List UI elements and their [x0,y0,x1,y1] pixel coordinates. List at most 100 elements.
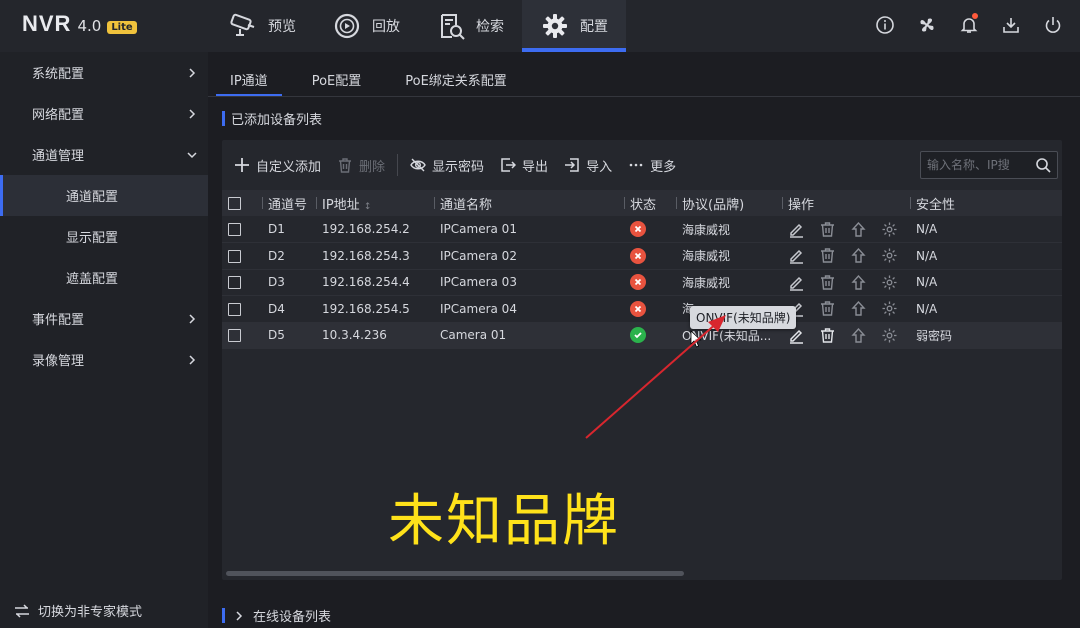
delete-button[interactable]: 删除 [329,150,393,180]
fan-button[interactable] [914,12,940,38]
upgrade-icon[interactable] [850,221,867,238]
upgrade-icon[interactable] [850,300,867,317]
toolbar: 自定义添加 删除 显示密码 导出 导入 更多 [222,148,1062,182]
nav-config[interactable]: 配置 [522,0,626,52]
table-row[interactable]: D1 192.168.254.2 IPCamera 01 海康威视 N/A [222,216,1062,243]
sidebar-item-network[interactable]: 网络配置 [0,93,208,134]
channel-cell: D3 [262,269,316,296]
edit-icon[interactable] [788,327,805,344]
power-button[interactable] [1040,12,1066,38]
logo-text: NVR [22,11,72,36]
status-offline-icon [630,221,646,237]
scrollbar-thumb[interactable] [226,571,684,576]
header-protocol: 协议(品牌) [676,190,782,216]
settings-icon[interactable] [881,247,898,264]
channel-text: D4 [268,301,285,316]
upgrade-icon[interactable] [850,274,867,291]
row-select-cell[interactable] [222,295,262,323]
logo-version: 4.0 [77,17,102,35]
row-checkbox[interactable] [228,329,241,343]
search-icon[interactable] [1035,157,1051,173]
tab-poe-binding[interactable]: PoE绑定关系配置 [383,62,529,96]
tab-poe-config[interactable]: PoE配置 [290,62,384,96]
header-security: 安全性 [910,190,1062,216]
search-input[interactable] [927,158,1027,172]
row-select-cell[interactable] [222,269,262,296]
sidebar-item-recording[interactable]: 录像管理 [0,339,208,380]
trash-icon [339,158,352,173]
channel-cell: D5 [262,322,316,349]
channel-cell: D4 [262,295,316,323]
notification-dot [972,13,978,19]
status-cell [624,269,676,296]
header-ip[interactable]: IP地址 ↕ [316,190,434,216]
tab-ip-channel[interactable]: IP通道 [208,62,290,96]
custom-add-button[interactable]: 自定义添加 [226,150,329,180]
settings-icon[interactable] [881,274,898,291]
security-cell: N/A [910,242,1062,270]
download-button[interactable] [998,12,1024,38]
info-button[interactable] [872,12,898,38]
chevron-right-icon [189,313,196,324]
upgrade-icon[interactable] [850,247,867,264]
delete-icon[interactable] [819,221,836,238]
section-accent-bar [222,608,225,623]
channel-cell: D1 [262,216,316,243]
sidebar-item-mask-config[interactable]: 遮盖配置 [0,257,208,298]
row-checkbox[interactable] [228,276,241,290]
settings-icon[interactable] [881,300,898,317]
settings-icon[interactable] [881,327,898,344]
sidebar-item-system[interactable]: 系统配置 [0,52,208,93]
ip-text: 192.168.254.3 [322,248,410,263]
header-select-all[interactable] [222,190,262,216]
notification-button[interactable] [956,12,982,38]
row-select-cell[interactable] [222,242,262,270]
online-device-section[interactable]: 在线设备列表 [222,606,331,625]
sidebar-item-channel-management[interactable]: 通道管理 [0,134,208,175]
header-name: 通道名称 [434,190,624,216]
row-select-cell[interactable] [222,216,262,243]
import-button[interactable]: 导入 [556,150,620,180]
nav-preview[interactable]: 预览 [210,0,314,52]
sidebar-item-event[interactable]: 事件配置 [0,298,208,339]
download-icon [1003,18,1019,33]
more-icon [629,163,643,167]
nav-search[interactable]: 检索 [418,0,522,52]
select-all-checkbox[interactable] [228,196,241,210]
table-row[interactable]: D3 192.168.254.4 IPCamera 03 海康威视 N/A [222,269,1062,296]
protocol-cell: 海康威视 [676,269,782,296]
sidebar-item-channel-config[interactable]: 通道配置 [0,175,208,216]
upgrade-icon[interactable] [850,327,867,344]
export-button[interactable]: 导出 [492,150,556,180]
header-channel: 通道号 [262,190,316,216]
switch-mode-button[interactable]: 切换为非专家模式 [14,601,142,620]
delete-icon[interactable] [819,327,836,344]
channel-text: D2 [268,248,285,263]
top-bar: NVR 4.0 Lite 预览 回放 检索 配置 [0,0,1080,52]
edit-icon[interactable] [788,274,805,291]
protocol-text: 海康威视 [682,275,731,290]
delete-icon[interactable] [819,300,836,317]
table-row[interactable]: D2 192.168.254.3 IPCamera 02 海康威视 N/A [222,242,1062,270]
nav-playback[interactable]: 回放 [314,0,418,52]
row-checkbox[interactable] [228,249,241,263]
header-status: 状态 [624,190,676,216]
edit-icon[interactable] [788,221,805,238]
row-select-cell[interactable] [222,322,262,349]
horizontal-scrollbar[interactable] [222,568,1062,580]
header-label: 状态 [630,197,657,213]
more-button[interactable]: 更多 [620,150,684,180]
search-box [920,151,1058,179]
sort-icon[interactable]: ↕ [364,202,372,212]
delete-icon[interactable] [819,247,836,264]
status-offline-icon [630,274,646,291]
show-password-button[interactable]: 显示密码 [402,150,492,180]
row-checkbox[interactable] [228,223,241,236]
row-checkbox[interactable] [228,302,241,316]
edit-icon[interactable] [788,247,805,264]
sidebar-item-display-config[interactable]: 显示配置 [0,216,208,257]
annotation-arrow [585,315,726,439]
delete-icon[interactable] [819,274,836,291]
show-password-label: 显示密码 [432,159,485,175]
settings-icon[interactable] [881,221,898,238]
